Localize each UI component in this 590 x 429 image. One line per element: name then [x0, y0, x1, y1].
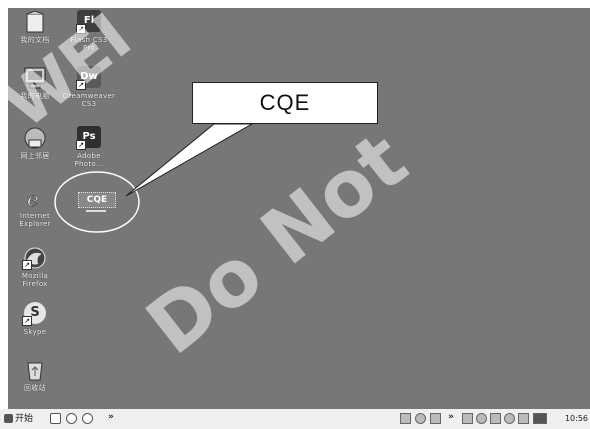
- desktop-icon-photoshop[interactable]: Ps ↗ Adobe Photo...: [60, 126, 118, 168]
- recycle-bin-icon: [22, 358, 48, 382]
- skype-icon: S ↗: [22, 302, 48, 326]
- svg-text:e: e: [27, 187, 39, 210]
- my-computer-icon: [22, 66, 48, 90]
- desktop-icon-skype[interactable]: S ↗ Skype: [8, 302, 64, 336]
- cqe-app-icon: CQE: [78, 192, 116, 208]
- desktop-icon-my-documents[interactable]: 我的文档: [8, 10, 64, 44]
- photoshop-icon: Ps ↗: [76, 126, 102, 150]
- my-documents-icon: [22, 10, 48, 34]
- desktop[interactable]: 我的文档 我的电脑 网上邻居 e Internet Explorer ↗ Moz…: [8, 8, 590, 409]
- flash-cs3-icon: Fl ↗: [76, 10, 102, 34]
- tray-icon-5[interactable]: [476, 413, 487, 424]
- desktop-icon-label: Skype: [23, 328, 47, 336]
- dreamweaver-icon: Dw ↗: [76, 66, 102, 90]
- quicklaunch-chevron[interactable]: »: [108, 412, 114, 422]
- show-desktop-icon[interactable]: [50, 413, 61, 424]
- tray-icon-7[interactable]: [504, 413, 515, 424]
- media-player-icon[interactable]: [82, 413, 93, 424]
- tray-icon-3[interactable]: [430, 413, 441, 424]
- desktop-icon-cqe[interactable]: CQE: [72, 182, 120, 220]
- cqe-icon-label-placeholder: [86, 210, 106, 212]
- desktop-icon-flash-cs3[interactable]: Fl ↗ Flash CS3 Pro: [60, 10, 118, 52]
- shortcut-arrow-icon: ↗: [76, 24, 86, 34]
- taskbar: 开始 » » 10:56: [0, 409, 590, 429]
- desktop-icon-label: 我的文档: [20, 36, 50, 44]
- tray-chevron[interactable]: »: [448, 412, 454, 422]
- start-button[interactable]: 开始: [4, 412, 33, 426]
- shortcut-arrow-icon: ↗: [22, 260, 32, 270]
- desktop-icon-label: Dreamweaver CS3: [62, 92, 116, 108]
- network-places-icon: [22, 126, 48, 150]
- tray-icon-4[interactable]: [462, 413, 473, 424]
- desktop-icon-label: Internet Explorer: [19, 212, 51, 228]
- shortcut-arrow-icon: ↗: [76, 80, 86, 90]
- desktop-icon-label: Flash CS3 Pro: [70, 36, 108, 52]
- desktop-icon-recycle-bin[interactable]: 回收站: [8, 358, 64, 392]
- desktop-icon-internet-explorer[interactable]: e Internet Explorer: [8, 186, 64, 228]
- ie-quicklaunch-icon[interactable]: [66, 413, 77, 424]
- tray-icon-1[interactable]: [400, 413, 411, 424]
- desktop-icon-label: Adobe Photo...: [74, 152, 104, 168]
- callout-text: CQE: [259, 90, 311, 115]
- internet-explorer-icon: e: [22, 186, 48, 212]
- desktop-icon-firefox[interactable]: ↗ Mozilla Firefox: [8, 246, 64, 288]
- desktop-icon-label: 我的电脑: [20, 92, 50, 100]
- shortcut-arrow-icon: ↗: [22, 316, 32, 326]
- shortcut-arrow-icon: ↗: [76, 140, 86, 150]
- start-button-label: 开始: [15, 414, 34, 424]
- desktop-icon-label: 回收站: [24, 384, 46, 392]
- callout-box: CQE: [192, 82, 378, 124]
- windows-flag-icon: [4, 414, 13, 423]
- desktop-icon-network-places[interactable]: 网上邻居: [8, 126, 64, 160]
- tray-icon-2[interactable]: [415, 413, 426, 424]
- taskbar-clock[interactable]: 10:56: [565, 413, 588, 425]
- desktop-icon-my-computer[interactable]: 我的电脑: [8, 66, 64, 100]
- desktop-icon-label: 网上邻居: [20, 152, 50, 160]
- tray-icon-8[interactable]: [518, 413, 529, 424]
- desktop-icon-dreamweaver[interactable]: Dw ↗ Dreamweaver CS3: [60, 66, 118, 108]
- tray-icon-9[interactable]: [533, 413, 547, 424]
- screen: 我的文档 我的电脑 网上邻居 e Internet Explorer ↗ Moz…: [0, 0, 590, 429]
- tray-icon-6[interactable]: [490, 413, 501, 424]
- firefox-icon: ↗: [22, 246, 48, 270]
- desktop-icon-label: Mozilla Firefox: [21, 272, 49, 288]
